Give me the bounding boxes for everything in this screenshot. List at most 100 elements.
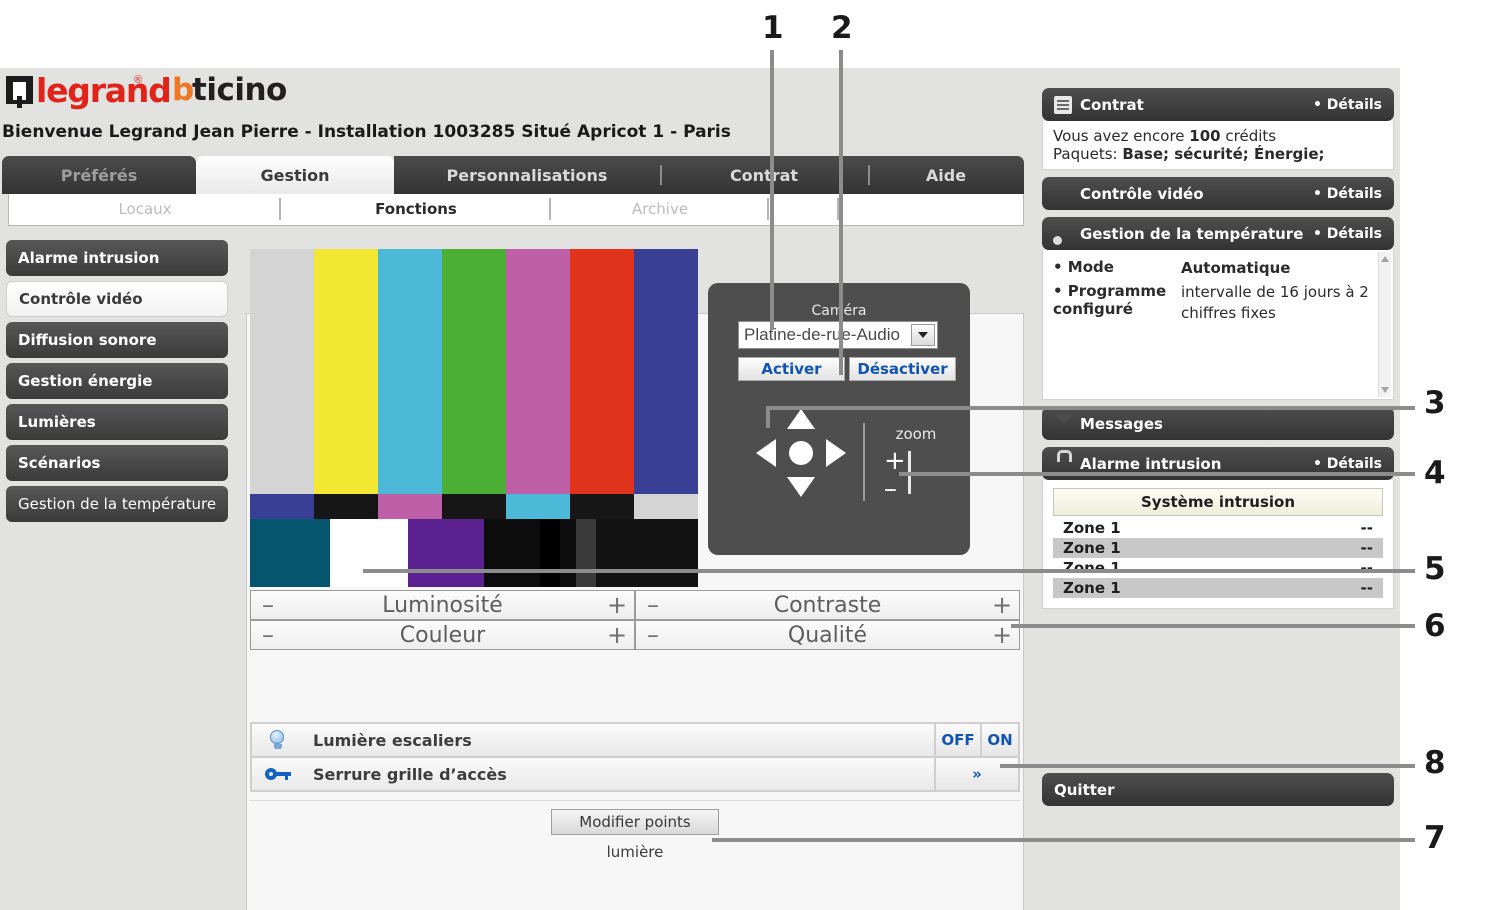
subtab-empty-2 [839,194,1023,224]
callout-3: 3 [1424,385,1446,421]
arrow-down-icon[interactable] [787,477,815,497]
contract-card-header[interactable]: Contrat • Détails [1042,88,1394,121]
zone-row: Zone 1 -- [1053,558,1383,578]
quit-label: Quitter [1054,781,1114,799]
camera-select-value: Platine-de-rue-Audio [739,325,911,345]
unlock-button[interactable]: » [935,757,1019,791]
temperature-value: intervalle de 16 jours à 2 chiffres fixe… [1181,282,1383,323]
arrow-up-icon[interactable] [787,409,815,429]
colorbar-bot-5 [560,519,576,587]
sidebar-item-gestion-energie[interactable]: Gestion énergie [6,363,228,399]
quit-button[interactable]: Quitter [1042,773,1394,806]
increase-button[interactable]: + [600,621,634,649]
sidebar-item-gestion-temperature[interactable]: Gestion de la température [6,486,228,522]
colorbar-top-3 [442,249,506,494]
bticino-wordmark: ticino [192,72,287,108]
callout-1: 1 [762,10,784,46]
details-link[interactable]: • Détails [1313,186,1382,202]
zone-name: Zone 1 [1063,519,1361,537]
device-row-lock: Serrure grille d’accès » [251,757,1019,791]
device-name: Serrure grille d’accès [303,757,935,791]
callout-4: 4 [1424,455,1446,491]
decrease-button[interactable]: – [251,621,285,649]
adjust-row-1: – Luminosité + – Contraste + [250,590,1020,620]
main-tab-bar: Préférés Gestion Personnalisations Contr… [2,156,1024,194]
sidebar-item-lumieres[interactable]: Lumières [6,404,228,440]
credits-suffix: crédits [1221,127,1276,145]
increase-button[interactable]: + [985,591,1019,619]
sidebar-item-scenarios[interactable]: Scénarios [6,445,228,481]
colorbars-bottom [250,519,698,587]
modify-points-button[interactable]: Modifier points [551,809,719,835]
zone-value: -- [1361,559,1373,577]
adjust-luminosite: – Luminosité + [250,590,635,620]
video-control-card-header[interactable]: Contrôle vidéo • Détails [1042,177,1394,210]
increase-button[interactable]: + [600,591,634,619]
legrand-mark-icon [6,76,33,104]
details-link[interactable]: • Détails [1313,97,1382,113]
video-control-card: Contrôle vidéo • Détails [1042,177,1394,210]
tab-contrat[interactable]: Contrat [660,156,868,194]
packages-value: Base; sécurité; Énergie; [1122,145,1324,163]
legrand-registered-icon: ® [134,74,142,86]
decrease-button[interactable]: – [636,621,670,649]
tab-label: Gestion [260,166,329,185]
callout-3-leader-v [766,408,770,428]
scroll-up-icon[interactable] [1381,256,1389,262]
callout-7: 7 [1424,820,1446,856]
zone-value: -- [1361,539,1373,557]
modify-points-subtitle: lumière [607,843,664,861]
tab-gestion[interactable]: Gestion [196,156,394,194]
video-stream[interactable] [250,249,698,587]
tab-aide[interactable]: Aide [868,156,1024,194]
callout-8-leader [1000,764,1415,768]
zone-name: Zone 1 [1063,559,1361,577]
document-icon [1054,96,1072,114]
subtab-label: Fonctions [375,200,457,218]
zone-value: -- [1361,579,1373,597]
chevron-down-icon[interactable] [911,324,935,346]
legrand-wordmark: legrand [36,71,171,110]
zone-value: -- [1361,519,1373,537]
activate-button[interactable]: Activer [738,357,845,381]
temperature-card-header[interactable]: Gestion de la température • Détails [1042,217,1394,250]
temperature-scrollbar[interactable] [1378,252,1391,397]
zoom-out-button[interactable]: – [884,479,897,499]
details-link[interactable]: • Détails [1313,226,1382,242]
temperature-row: • Programme configuré intervalle de 16 j… [1053,282,1383,323]
decrease-button[interactable]: – [636,591,670,619]
alarm-card-body: Système intrusion Zone 1 -- Zone 1 -- Zo… [1042,480,1394,609]
tab-label: Contrat [730,166,798,185]
subtab-fonctions[interactable]: Fonctions [281,194,551,224]
bticino-b-wordmark: b [172,72,193,108]
card-title: Contrôle vidéo [1080,185,1313,203]
light-on-button[interactable]: ON [981,723,1019,757]
sidebar-menu: Alarme intrusion Contrôle vidéo Diffusio… [6,240,228,527]
arrow-left-icon[interactable] [756,439,776,467]
intrusion-system-button[interactable]: Système intrusion [1053,488,1383,516]
arrow-right-icon[interactable] [826,439,846,467]
scroll-down-icon[interactable] [1381,387,1389,393]
callout-5-leader [363,569,1415,573]
tab-preferes[interactable]: Préférés [2,156,196,194]
bulb-icon [251,723,303,757]
decrease-button[interactable]: – [251,591,285,619]
subtab-locaux[interactable]: Locaux [9,194,281,224]
adjust-couleur: – Couleur + [250,620,635,650]
tab-personnalisations[interactable]: Personnalisations [394,156,660,194]
details-link[interactable]: • Détails [1313,456,1382,472]
camera-select[interactable]: Platine-de-rue-Audio [738,321,938,349]
colorbar-bot-3 [484,519,540,587]
deactivate-button[interactable]: Désactiver [849,357,956,381]
sidebar-item-alarme-intrusion[interactable]: Alarme intrusion [6,240,228,276]
sidebar-item-controle-video[interactable]: Contrôle vidéo [6,281,228,317]
colorbar-top-5 [570,249,634,494]
messages-card-header[interactable]: Messages [1042,407,1394,440]
dpad-center-button[interactable] [789,441,813,465]
light-off-button[interactable]: OFF [935,723,981,757]
sidebar-item-diffusion-sonore[interactable]: Diffusion sonore [6,322,228,358]
zoom-in-button[interactable]: + [884,451,906,471]
temperature-card-body: • Mode Automatique • Programme configuré… [1042,250,1394,400]
colorbar-bot-0 [250,519,330,587]
subtab-archive[interactable]: Archive [551,194,769,224]
